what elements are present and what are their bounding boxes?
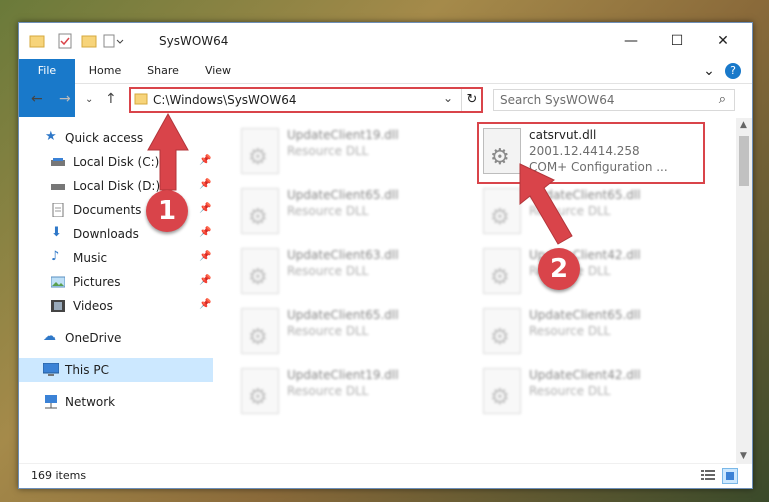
list-item[interactable]: ⚙ UpdateClient63.dll Resource DLL — [241, 242, 461, 300]
dll-file-icon: ⚙ — [241, 308, 279, 354]
dll-file-icon: ⚙ — [241, 188, 279, 234]
search-icon: ⌕ — [718, 92, 726, 107]
search-box[interactable]: Search SysWOW64 ⌕ — [493, 89, 735, 111]
sidebar-item-pictures[interactable]: Pictures 📌 — [19, 270, 213, 294]
search-input[interactable]: Search SysWOW64 — [500, 93, 614, 107]
new-folder-icon[interactable] — [81, 33, 97, 49]
music-icon: ♪ — [51, 249, 60, 264]
annotation-arrow-1 — [147, 112, 189, 191]
documents-icon — [51, 202, 65, 218]
chevron-down-icon[interactable]: ⌄ — [699, 59, 719, 83]
pin-icon: 📌 — [199, 275, 212, 286]
list-item[interactable]: ⚙ UpdateClient65.dll Resource DLL — [483, 302, 703, 360]
window-title: SysWOW64 — [159, 34, 229, 48]
drive-icon — [51, 179, 65, 193]
scroll-down-icon[interactable]: ▼ — [740, 451, 747, 461]
sidebar-item-onedrive[interactable]: ☁ OneDrive — [19, 326, 213, 350]
sidebar-item-videos[interactable]: Videos 📌 — [19, 294, 213, 318]
pin-icon: 📌 — [199, 155, 212, 166]
recent-locations-chevron-icon[interactable]: ⌄ — [85, 94, 93, 105]
pin-icon: 📌 — [199, 299, 212, 310]
sidebar-item-network[interactable]: Network — [19, 390, 213, 414]
pin-icon: 📌 — [199, 203, 212, 214]
tab-home[interactable]: Home — [81, 59, 129, 83]
status-bar: 169 items — [19, 463, 752, 488]
up-arrow-icon[interactable]: ↑ — [105, 91, 117, 107]
pictures-icon — [50, 275, 66, 289]
list-item[interactable]: ⚙ UpdateClient19.dll Resource DLL — [241, 362, 461, 420]
properties-icon[interactable] — [57, 33, 73, 49]
item-count: 169 items — [31, 469, 87, 482]
step-1-badge: 1 — [146, 190, 188, 232]
dll-file-icon: ⚙ — [483, 368, 521, 414]
address-row: ← → ⌄ ↑ C:\Windows\SysWOW64 ⌄ ↻ Search S… — [19, 83, 752, 117]
pin-icon: 📌 — [199, 227, 212, 238]
maximize-button[interactable]: ☐ — [654, 28, 700, 54]
tab-share[interactable]: Share — [139, 59, 187, 83]
dll-file-icon: ⚙ — [241, 248, 279, 294]
dll-file-icon: ⚙ — [241, 368, 279, 414]
list-item[interactable]: ⚙ UpdateClient42.dll Resource DLL — [483, 362, 703, 420]
vertical-scrollbar[interactable]: ▲ ▼ — [736, 118, 752, 463]
help-button[interactable]: ? — [723, 59, 743, 83]
list-item[interactable]: ⚙ UpdateClient65.dll Resource DLL — [241, 302, 461, 360]
sidebar-item-downloads[interactable]: ⬇ Downloads 📌 — [19, 222, 213, 246]
folder-icon — [29, 33, 45, 49]
annotation-arrow-2 — [519, 163, 573, 245]
file-name: catsrvut.dll — [529, 128, 597, 142]
scrollbar-thumb[interactable] — [739, 136, 749, 186]
sidebar-item-this-pc[interactable]: This PC — [19, 358, 213, 382]
file-version: 2001.12.4414.258 — [529, 144, 640, 158]
refresh-icon[interactable]: ↻ — [461, 89, 482, 111]
step-2-badge: 2 — [538, 248, 580, 290]
folder-icon — [134, 92, 148, 109]
sidebar-item-music[interactable]: ♪ Music 📌 — [19, 246, 213, 270]
pc-icon — [42, 362, 60, 377]
videos-icon — [51, 299, 65, 313]
download-icon: ⬇ — [51, 225, 62, 240]
title-bar: SysWOW64 — ☐ ✕ — [19, 23, 752, 59]
star-icon: ★ — [45, 129, 57, 144]
customize-quick-access-icon[interactable] — [103, 33, 124, 49]
list-item[interactable]: ⚙ UpdateClient19.dll Resource DLL — [241, 122, 461, 180]
file-explorer-window: SysWOW64 — ☐ ✕ File Home Share View ⌄ ? … — [18, 22, 753, 489]
pin-icon: 📌 — [199, 251, 212, 262]
address-path: C:\Windows\SysWOW64 — [153, 93, 297, 107]
tab-view[interactable]: View — [195, 59, 241, 83]
details-view-icon[interactable] — [701, 469, 715, 484]
large-icons-view-icon[interactable] — [722, 468, 738, 484]
list-item[interactable]: ⚙ UpdateClient65.dll Resource DLL — [241, 182, 461, 240]
dll-file-icon: ⚙ — [483, 308, 521, 354]
pin-icon: 📌 — [199, 179, 212, 190]
cloud-icon: ☁ — [43, 329, 56, 344]
file-list: ⚙ UpdateClient19.dll Resource DLL ⚙ Upda… — [219, 118, 729, 463]
forward-arrow-icon[interactable]: → — [59, 91, 71, 107]
ribbon-tabs: File Home Share View ⌄ ? — [19, 59, 752, 117]
scroll-up-icon[interactable]: ▲ — [740, 120, 747, 130]
back-arrow-icon[interactable]: ← — [31, 91, 43, 107]
help-icon: ? — [725, 63, 741, 79]
drive-icon — [51, 155, 65, 169]
minimize-button[interactable]: — — [608, 28, 654, 54]
dropdown-chevron-icon[interactable]: ⌄ — [443, 91, 453, 105]
dll-file-icon: ⚙ — [241, 128, 279, 174]
network-icon — [43, 395, 57, 409]
close-button[interactable]: ✕ — [700, 28, 746, 54]
